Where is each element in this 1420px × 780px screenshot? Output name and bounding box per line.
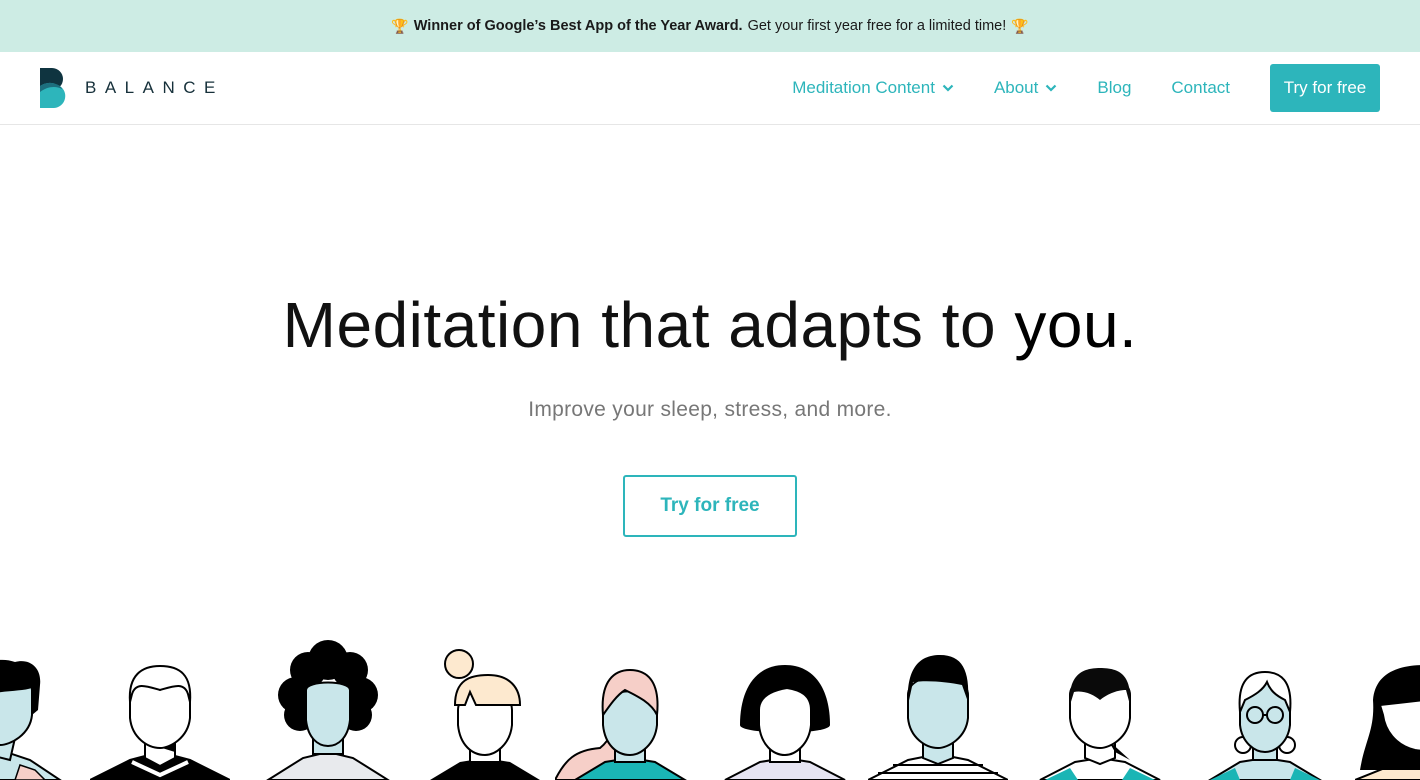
hero-subtitle: Improve your sleep, stress, and more. bbox=[528, 398, 892, 421]
people-illustration bbox=[0, 640, 1420, 780]
hero-title: Meditation that adapts to you. bbox=[0, 288, 1420, 362]
chevron-down-icon bbox=[942, 84, 954, 92]
brand-logo[interactable]: BALANCE bbox=[40, 68, 224, 108]
person-illustration bbox=[868, 655, 1008, 780]
nav-item-blog[interactable]: Blog bbox=[1097, 78, 1131, 98]
nav-item-label: Contact bbox=[1171, 78, 1230, 97]
top-navigation: BALANCE Meditation Content About Blog Co… bbox=[0, 52, 1420, 125]
trophy-icon: 🏆 bbox=[391, 17, 409, 34]
person-illustration bbox=[1208, 670, 1322, 780]
balance-logo-icon bbox=[40, 68, 66, 108]
nav-item-label: Meditation Content bbox=[792, 78, 935, 97]
announcement-text: Get your first year free for a limited t… bbox=[747, 18, 1007, 34]
announcement-banner: 🏆 Winner of Google’s Best App of the Yea… bbox=[0, 0, 1420, 52]
trophy-icon: 🏆 bbox=[1011, 17, 1029, 34]
person-illustration bbox=[1039, 668, 1161, 780]
nav-item-about[interactable]: About bbox=[994, 78, 1057, 98]
person-illustration bbox=[555, 668, 687, 780]
nav-item-meditation-content[interactable]: Meditation Content bbox=[792, 78, 954, 98]
nav-item-label: About bbox=[993, 78, 1039, 97]
try-for-free-hero-button[interactable]: Try for free bbox=[623, 475, 797, 537]
person-illustration bbox=[0, 659, 62, 780]
nav-item-label: Blog bbox=[1097, 78, 1132, 97]
person-illustration bbox=[90, 664, 230, 780]
try-for-free-nav-button[interactable]: Try for free bbox=[1270, 64, 1380, 112]
hero-title-main: Meditation that adapts to bbox=[282, 289, 1015, 361]
person-illustration bbox=[430, 649, 540, 780]
person-illustration bbox=[266, 640, 390, 780]
person-illustration bbox=[724, 665, 846, 780]
announcement-bold-text: Winner of Google’s Best App of the Year … bbox=[413, 18, 743, 34]
hero-title-emphasis: you. bbox=[1014, 289, 1138, 361]
person-illustration bbox=[1355, 665, 1420, 780]
brand-name: BALANCE bbox=[85, 78, 224, 97]
chevron-down-icon bbox=[1046, 84, 1057, 92]
nav-menu: Meditation Content About Blog Contact Tr… bbox=[792, 64, 1380, 112]
nav-item-contact[interactable]: Contact bbox=[1171, 78, 1230, 98]
